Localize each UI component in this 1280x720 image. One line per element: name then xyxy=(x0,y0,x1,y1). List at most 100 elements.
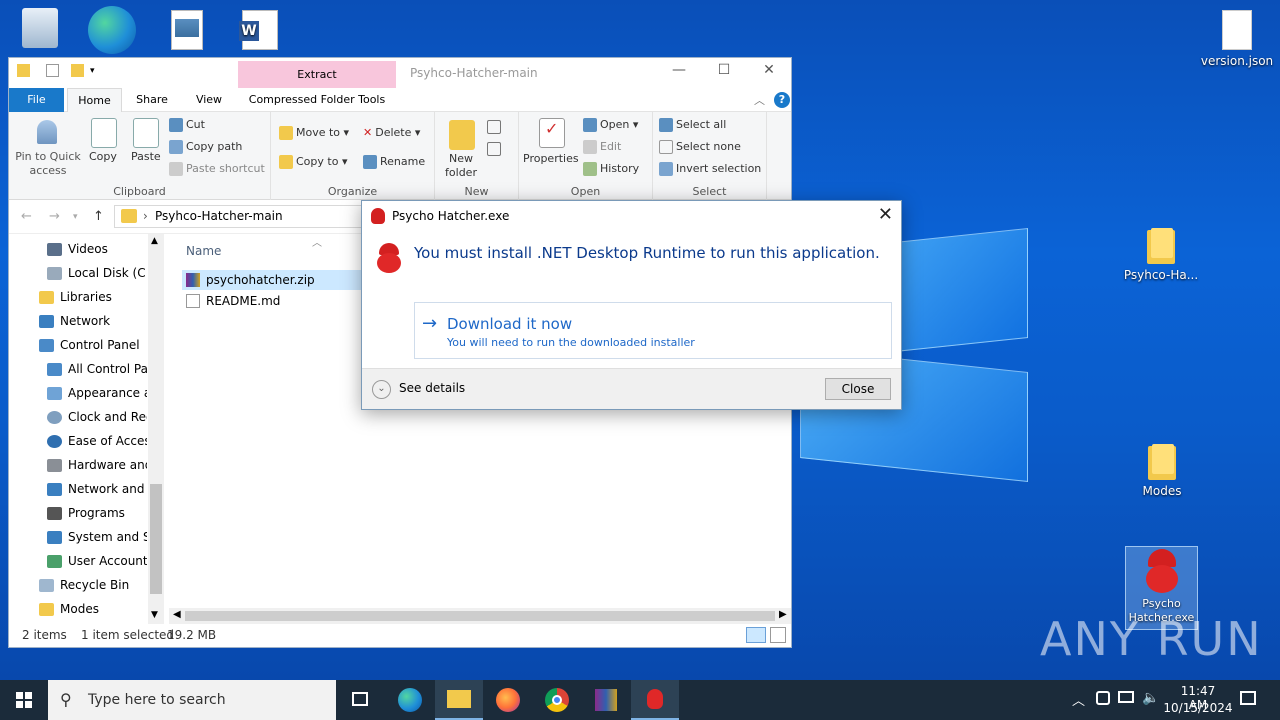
large-icons-view-icon[interactable] xyxy=(770,627,786,643)
minimize-icon[interactable]: — xyxy=(664,62,694,78)
chrome-taskbar-icon[interactable] xyxy=(533,680,581,720)
close-button[interactable]: Close xyxy=(825,378,891,400)
scroll-thumb[interactable] xyxy=(150,484,162,594)
chevron-down-icon[interactable]: ⌄ xyxy=(372,380,391,399)
nav-item-libraries[interactable]: Libraries xyxy=(39,286,147,308)
tab-home[interactable]: Home xyxy=(67,88,122,112)
close-icon[interactable]: ✕ xyxy=(878,204,893,225)
file-row-psychohatcher-zip[interactable]: psychohatcher.zip xyxy=(182,270,362,290)
customize-qat-icon[interactable]: ▾ xyxy=(90,66,95,76)
nav-item-all-control-panel[interactable]: All Control Par xyxy=(47,358,147,380)
nav-item-modes[interactable]: Modes xyxy=(39,598,147,620)
properties-button[interactable]: Properties xyxy=(523,152,579,166)
copy-to-button[interactable]: Copy to ▾ xyxy=(279,155,347,169)
edit-button[interactable]: Edit xyxy=(583,140,621,154)
task-view-icon[interactable] xyxy=(336,680,384,720)
nav-item-network[interactable]: Network xyxy=(39,310,147,332)
start-button[interactable] xyxy=(0,680,48,720)
nav-item-local-disk[interactable]: Local Disk (C:) xyxy=(47,262,147,284)
image-file-icon[interactable] xyxy=(147,10,227,54)
open-button[interactable]: Open ▾ xyxy=(583,118,638,132)
select-none-button[interactable]: Select none xyxy=(659,140,741,154)
copy-path-button[interactable]: Copy path xyxy=(169,140,242,154)
up-arrow-icon[interactable]: ↑ xyxy=(93,209,104,224)
paste-shortcut-button[interactable]: Paste shortcut xyxy=(169,162,265,176)
address-bar[interactable]: › Psyhco-Hatcher-main xyxy=(114,205,374,228)
edge-icon[interactable] xyxy=(72,6,152,58)
winrar-taskbar-icon[interactable] xyxy=(582,680,630,720)
see-details-toggle[interactable]: See details xyxy=(399,381,465,395)
invert-selection-button[interactable]: Invert selection xyxy=(659,162,761,176)
clock-date[interactable]: 10/15/2024 xyxy=(1162,701,1234,715)
extract-contextual-tab[interactable]: Extract xyxy=(238,61,396,88)
forward-arrow-icon[interactable]: → xyxy=(49,209,60,224)
recycle-bin-icon[interactable] xyxy=(0,8,80,52)
tab-share[interactable]: Share xyxy=(127,88,177,112)
nav-item-network-internet[interactable]: Network and Ir xyxy=(47,478,147,500)
nav-item-system-security[interactable]: System and Sec xyxy=(47,526,147,548)
nav-item-recycle-bin[interactable]: Recycle Bin xyxy=(39,574,147,596)
scroll-up-icon[interactable]: ▲ xyxy=(151,236,158,246)
nav-item-clock[interactable]: Clock and Regi xyxy=(47,406,147,428)
column-header-name[interactable]: Name xyxy=(186,244,221,258)
nav-item-programs[interactable]: Programs xyxy=(47,502,147,524)
tab-compressed-folder-tools[interactable]: Compressed Folder Tools xyxy=(242,88,392,112)
paste-button[interactable]: Paste xyxy=(131,150,161,164)
nav-scrollbar[interactable]: ▲ ▼ xyxy=(148,234,164,624)
navigation-pane: Videos Local Disk (C:) Libraries Network… xyxy=(9,234,164,624)
nav-item-user-accounts[interactable]: User Accounts xyxy=(47,550,147,572)
json-file-icon[interactable]: version.json xyxy=(1197,10,1277,68)
nav-item-videos[interactable]: Videos xyxy=(47,238,147,260)
firefox-taskbar-icon[interactable] xyxy=(484,680,532,720)
network-icon[interactable] xyxy=(1118,691,1134,703)
collapse-ribbon-icon[interactable]: ︿ xyxy=(754,92,765,108)
rename-button[interactable]: Rename xyxy=(363,155,425,169)
select-group: Select all Select none Invert selection … xyxy=(653,112,767,200)
nav-item-control-panel[interactable]: Control Panel xyxy=(39,334,147,356)
copy-button[interactable]: Copy xyxy=(89,150,117,164)
cut-button[interactable]: Cut xyxy=(169,118,205,132)
details-view-icon[interactable] xyxy=(746,627,766,643)
file-explorer-taskbar-icon[interactable] xyxy=(435,680,483,720)
nav-item-ease-of-access[interactable]: Ease of Access xyxy=(47,430,147,452)
scroll-thumb[interactable] xyxy=(185,611,775,621)
nav-item-hardware[interactable]: Hardware and xyxy=(47,454,147,476)
move-to-button[interactable]: Move to ▾ xyxy=(279,126,349,140)
scroll-right-icon[interactable]: ▶ xyxy=(779,609,787,620)
delete-button[interactable]: ✕ Delete ▾ xyxy=(363,126,420,140)
pin-icon xyxy=(37,120,57,144)
folder-icon[interactable]: Modes xyxy=(1122,444,1202,498)
title-bar: ▾ Extract Psyhco-Hatcher-main — ☐ ✕ xyxy=(9,58,791,88)
new-folder-button[interactable]: New folder xyxy=(441,152,481,180)
network-status-icon[interactable] xyxy=(1096,691,1110,705)
close-icon[interactable]: ✕ xyxy=(754,62,784,78)
volume-icon[interactable]: 🔈 xyxy=(1142,690,1159,706)
word-document-icon[interactable]: W xyxy=(220,10,300,54)
file-row-readme[interactable]: README.md xyxy=(182,291,362,311)
maximize-icon[interactable]: ☐ xyxy=(709,62,739,78)
psycho-hatcher-taskbar-icon[interactable] xyxy=(631,680,679,720)
tab-file[interactable]: File xyxy=(9,88,64,112)
back-arrow-icon[interactable]: ← xyxy=(21,209,32,224)
nav-item-appearance[interactable]: Appearance an xyxy=(47,382,147,404)
new-item-icon[interactable] xyxy=(487,120,501,134)
show-hidden-icons[interactable]: ︿ xyxy=(1072,690,1085,709)
file-horizontal-scrollbar[interactable]: ◀ ▶ xyxy=(169,608,791,624)
notifications-icon[interactable] xyxy=(1240,691,1256,705)
new-folder-icon[interactable] xyxy=(71,64,84,77)
scroll-down-icon[interactable]: ▼ xyxy=(151,610,158,620)
invert-selection-icon xyxy=(659,162,673,176)
download-link[interactable]: → Download it now You will need to run t… xyxy=(414,302,892,359)
select-all-button[interactable]: Select all xyxy=(659,118,726,132)
easy-access-icon[interactable] xyxy=(487,142,501,156)
help-icon[interactable]: ? xyxy=(774,92,790,108)
search-box[interactable]: ⚲ Type here to search xyxy=(48,680,336,720)
tab-view[interactable]: View xyxy=(184,88,234,112)
recent-locations-icon[interactable]: ▾ xyxy=(73,212,78,222)
history-button[interactable]: History xyxy=(583,162,639,176)
folder-icon[interactable]: Psyhco-Ha... xyxy=(1121,228,1201,282)
scroll-left-icon[interactable]: ◀ xyxy=(173,609,181,620)
properties-icon[interactable] xyxy=(46,64,59,77)
pin-to-quick-access-button[interactable]: Pin to Quick access xyxy=(13,150,83,178)
edge-taskbar-icon[interactable] xyxy=(386,680,434,720)
